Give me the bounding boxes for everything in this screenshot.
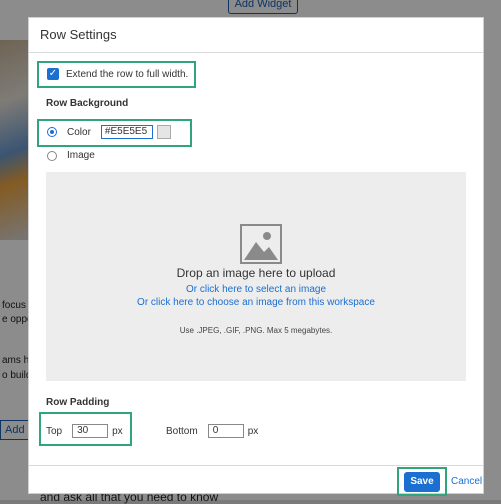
cancel-button[interactable]: Cancel xyxy=(451,476,482,487)
dropzone-main-text: Drop an image here to upload xyxy=(176,266,336,280)
row-background-title: Row Background xyxy=(46,98,129,109)
bottom-padding-input[interactable]: 0 xyxy=(207,424,244,438)
save-button[interactable]: Save xyxy=(404,472,440,492)
color-hex-input[interactable]: #E5E5E5 xyxy=(100,125,153,139)
image-placeholder-icon xyxy=(240,224,282,264)
top-padding-field: Top 30 px xyxy=(46,424,123,438)
image-radio[interactable] xyxy=(47,150,57,161)
select-image-link[interactable]: Or click here to select an image xyxy=(46,284,466,295)
bottom-padding-label: Bottom xyxy=(166,425,198,437)
row-settings-dialog: Row Settings ✓ Extend the row to full wi… xyxy=(28,17,484,496)
bottom-padding-field: Bottom 0 px xyxy=(166,424,258,438)
full-width-option[interactable]: ✓ Extend the row to full width. xyxy=(47,68,188,80)
image-option-label: Image xyxy=(67,150,95,161)
dialog-footer: Save Cancel xyxy=(29,465,483,496)
row-padding-title: Row Padding xyxy=(46,397,110,408)
top-padding-unit: px xyxy=(112,425,123,437)
image-dropzone[interactable]: Drop an image here to upload Or click he… xyxy=(46,172,466,381)
color-radio[interactable] xyxy=(47,127,57,137)
workspace-image-link[interactable]: Or click here to choose an image from th… xyxy=(46,297,466,308)
dropzone-file-note: Use .JPEG, .GIF, .PNG. Max 5 megabytes. xyxy=(179,326,333,335)
dialog-title: Row Settings xyxy=(29,18,483,53)
bottom-padding-unit: px xyxy=(247,425,259,437)
check-icon[interactable]: ✓ xyxy=(47,68,59,80)
color-option[interactable]: Color #E5E5E5 xyxy=(47,125,171,139)
image-option[interactable]: Image xyxy=(47,150,95,161)
full-width-label: Extend the row to full width. xyxy=(66,68,189,80)
color-swatch[interactable] xyxy=(156,125,171,139)
top-padding-input[interactable]: 30 xyxy=(72,424,109,438)
top-padding-label: Top xyxy=(46,425,63,437)
color-option-label: Color xyxy=(67,126,91,138)
